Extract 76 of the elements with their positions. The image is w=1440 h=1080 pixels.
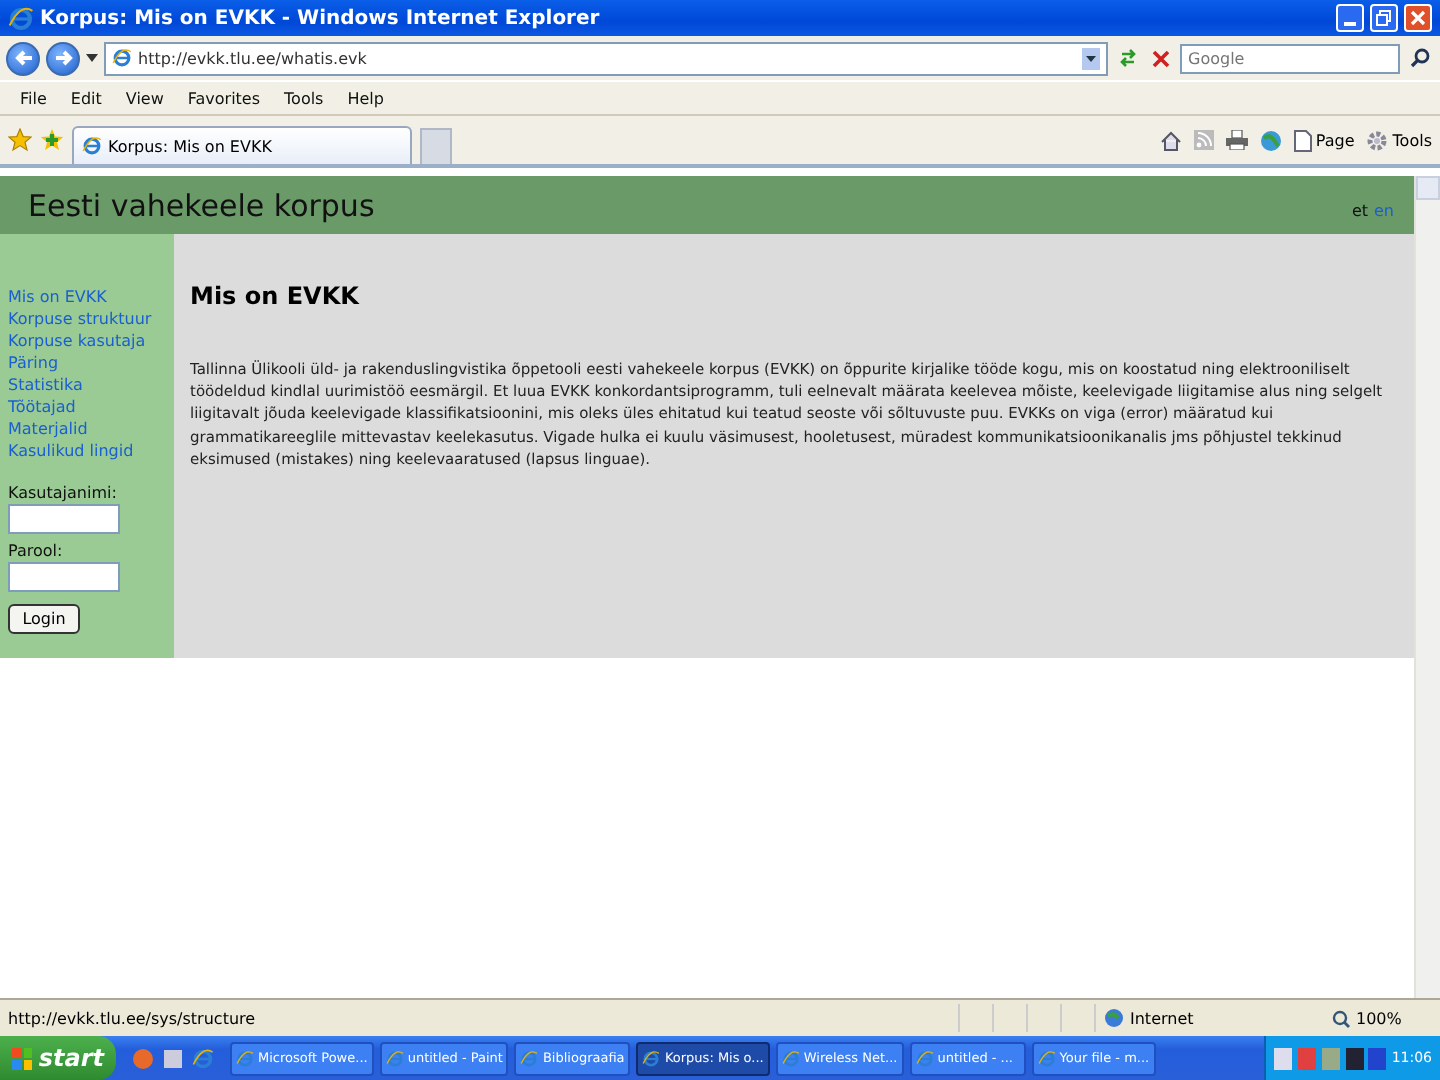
menu-item[interactable]: Favorites (175, 89, 273, 107)
globe-icon (1104, 1008, 1124, 1028)
desktop-icon[interactable] (162, 1047, 184, 1069)
close-button[interactable] (1404, 4, 1432, 32)
restore-icon (1376, 10, 1392, 26)
menu-item[interactable]: Edit (58, 89, 114, 107)
back-button[interactable] (6, 41, 40, 75)
status-text: http://evkk.tlu.ee/sys/structure (8, 1009, 258, 1027)
browser-logo-icon (82, 136, 102, 156)
printer-icon (1225, 130, 1248, 150)
zone-label: Internet (1130, 1009, 1194, 1027)
window-title: Korpus: Mis on EVKK - Windows Internet Explorer (40, 7, 602, 29)
browser-logo-icon (915, 1049, 934, 1067)
menu-item[interactable]: Tools (272, 89, 336, 107)
address-field[interactable]: http://evkk.tlu.ee/whatis.evk (104, 41, 1108, 75)
research-button[interactable] (1259, 129, 1282, 151)
menu-item[interactable]: File (8, 89, 59, 107)
scrollbar[interactable] (1414, 176, 1440, 998)
username-field[interactable] (8, 504, 120, 534)
site-title: Eesti vahekeele korpus (28, 187, 377, 223)
gear-icon (1366, 129, 1389, 151)
page-icon (1293, 129, 1312, 151)
search-field[interactable]: Google (1180, 43, 1400, 73)
sidebar-link[interactable]: Materjalid (8, 418, 174, 440)
browser-logo-icon (236, 1049, 254, 1067)
stop-button[interactable] (1148, 49, 1174, 67)
refresh-icon (1118, 48, 1138, 68)
star-icon[interactable] (8, 128, 32, 152)
browser-logo-icon (520, 1049, 539, 1067)
tray-icons-drawing (1273, 1047, 1386, 1069)
browser-logo-icon (192, 1047, 214, 1069)
back-arrow-icon (13, 48, 33, 68)
home-button[interactable] (1159, 129, 1182, 151)
search-button[interactable] (1406, 48, 1434, 68)
sidebar-link[interactable]: Statistika (8, 374, 174, 396)
sidebar-link[interactable]: Tõötajad (8, 396, 174, 418)
field-label: Kasutajanimi: (8, 484, 119, 502)
browser-logo-icon (642, 1049, 661, 1067)
start-button[interactable]: start (0, 1036, 116, 1080)
forward-arrow-icon (53, 48, 73, 68)
forward-button[interactable] (46, 41, 80, 75)
feed-icon (1193, 130, 1214, 150)
menu-item[interactable]: Help (335, 89, 396, 107)
browser-tab[interactable]: Korpus: Mis on EVKK (72, 126, 412, 164)
restore-button[interactable] (1370, 4, 1398, 32)
magnifier-icon (1332, 1009, 1350, 1027)
sidebar-link[interactable]: Mis on EVKK (8, 286, 174, 308)
menu-item[interactable]: View (113, 89, 176, 107)
close-icon (1152, 49, 1170, 67)
sidebar-link[interactable]: Korpuse kasutaja (8, 330, 174, 352)
browser-logo-icon (781, 1049, 800, 1067)
password-field[interactable] (8, 562, 120, 592)
search-icon (1410, 48, 1430, 68)
language-link[interactable]: et (1351, 202, 1368, 220)
home-icon (1159, 129, 1182, 151)
browser-logo-icon (385, 1049, 404, 1067)
tools-button[interactable]: Tools (1366, 129, 1432, 151)
page-button[interactable]: Page (1293, 129, 1355, 151)
dropdown-caret-icon[interactable] (1082, 47, 1100, 69)
browser-logo-icon (112, 48, 132, 68)
sidebar-link[interactable]: Korpuse struktuur (8, 308, 174, 330)
field-label: Parool: (8, 542, 65, 560)
browser-logo-icon (1037, 1049, 1056, 1067)
browser-logo-icon (8, 5, 34, 31)
minimize-button[interactable] (1336, 4, 1364, 32)
sidebar-link[interactable]: Kasulikud lingid (8, 440, 174, 462)
add-favorite-icon[interactable] (40, 128, 64, 152)
zoom-button[interactable]: 100% (1332, 1009, 1432, 1027)
page-heading: Mis on EVKK (190, 282, 361, 310)
close-icon (1410, 10, 1426, 26)
globe-icon (1259, 129, 1282, 151)
dropdown-caret-icon[interactable] (86, 54, 98, 62)
sidebar-link[interactable]: Päring (8, 352, 174, 374)
login-button[interactable]: Login (8, 604, 80, 634)
print-button[interactable] (1225, 130, 1248, 150)
windows-logo-icon (12, 1047, 33, 1069)
